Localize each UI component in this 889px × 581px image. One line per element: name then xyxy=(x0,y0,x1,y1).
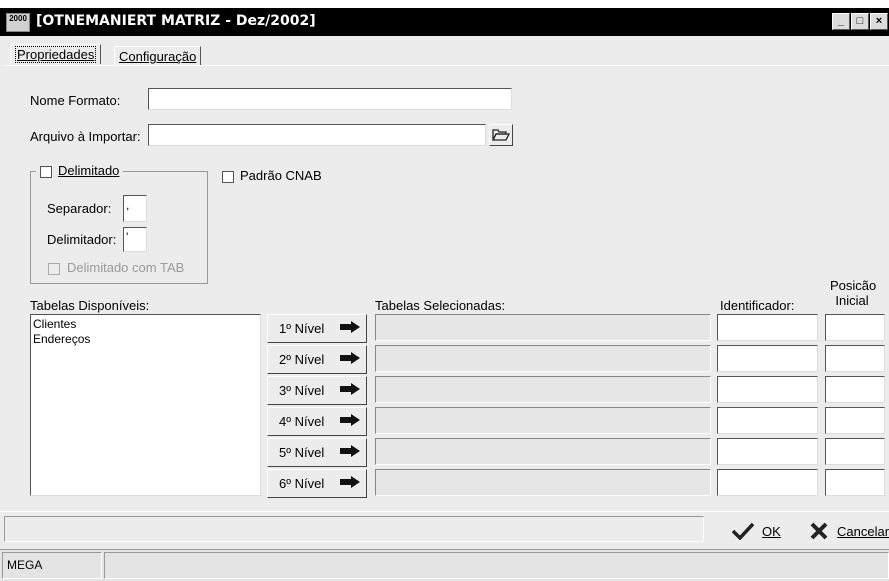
arrow-right-icon xyxy=(340,383,360,395)
padrao-cnab-checkbox[interactable] xyxy=(222,171,234,183)
cancel-x-icon xyxy=(810,522,828,540)
action-bar-message xyxy=(4,516,704,542)
identificador-4-input[interactable] xyxy=(717,407,818,434)
tabelas-disponiveis-list[interactable]: Clientes Endereços xyxy=(30,314,261,496)
tabela-selecionada-4 xyxy=(375,407,711,434)
identificador-5-input[interactable] xyxy=(717,438,818,465)
padrao-cnab-label: Padrão CNAB xyxy=(240,168,322,183)
posicao-3-input[interactable] xyxy=(825,376,885,403)
folder-open-icon xyxy=(492,129,510,141)
app-icon[interactable]: 2000 xyxy=(6,13,30,32)
tabela-selecionada-2 xyxy=(375,345,711,372)
posicao-label-line2: Inicial xyxy=(835,293,869,308)
action-bar: OK Cancelar xyxy=(0,511,889,549)
nivel-5-button[interactable]: 5º Nível xyxy=(267,438,367,467)
close-button[interactable]: × xyxy=(870,13,888,30)
delimitado-legend: Delimitado xyxy=(36,163,124,179)
posicao-2-input[interactable] xyxy=(825,345,885,372)
arrow-right-icon xyxy=(340,414,360,426)
delimitado-tab-checkbox[interactable] xyxy=(48,263,60,275)
delimitador-label: Delimitador: xyxy=(47,232,117,247)
posicao-6-input[interactable] xyxy=(825,469,885,496)
tab-label: Configuração xyxy=(119,49,197,64)
status-panel-company: MEGA xyxy=(2,552,102,579)
delimitador-input[interactable]: ' xyxy=(123,227,147,252)
maximize-button[interactable]: □ xyxy=(851,13,869,30)
separador-input[interactable]: , xyxy=(123,195,147,222)
delimitado-checkbox[interactable] xyxy=(40,166,52,178)
title-bar[interactable]: 2000 [OTNEMANIERT MATRIZ - Dez/2002] _ □… xyxy=(0,8,889,36)
delimitado-label: Delimitado xyxy=(58,163,120,178)
tabela-selecionada-5 xyxy=(375,438,711,465)
nivel-4-label: 4º Nível xyxy=(279,414,325,429)
cancel-button[interactable]: Cancelar xyxy=(810,522,889,542)
cancel-label: Cancelar xyxy=(837,524,889,539)
list-item[interactable]: Clientes xyxy=(33,317,260,332)
arrow-right-icon xyxy=(340,321,360,333)
browse-file-button[interactable] xyxy=(489,124,513,146)
nivel-6-button[interactable]: 6º Nível xyxy=(267,469,367,498)
nivel-2-button[interactable]: 2º Nível xyxy=(267,345,367,374)
list-item[interactable]: Endereços xyxy=(33,332,260,347)
tabela-selecionada-3 xyxy=(375,376,711,403)
tab-configuracao[interactable]: Configuração xyxy=(114,46,202,65)
nivel-2-label: 2º Nível xyxy=(279,352,325,367)
arrow-right-icon xyxy=(340,445,360,457)
nivel-3-button[interactable]: 3º Nível xyxy=(267,376,367,405)
tab-propriedades[interactable]: Propriedades xyxy=(10,44,102,64)
separador-label: Separador: xyxy=(47,201,112,216)
minimize-button[interactable]: _ xyxy=(832,13,850,30)
nivel-4-button[interactable]: 4º Nível xyxy=(267,407,367,436)
posicao-5-input[interactable] xyxy=(825,438,885,465)
tabela-selecionada-1 xyxy=(375,314,711,341)
tabelas-selecionadas-label: Tabelas Selecionadas: xyxy=(375,298,506,313)
nivel-5-label: 5º Nível xyxy=(279,445,325,460)
identificador-1-input[interactable] xyxy=(717,314,818,341)
nivel-3-label: 3º Nível xyxy=(279,383,325,398)
tabelas-disponiveis-label: Tabelas Disponíveis: xyxy=(30,298,150,313)
identificador-2-input[interactable] xyxy=(717,345,818,372)
arrow-right-icon xyxy=(340,476,360,488)
status-panel-info xyxy=(104,552,889,579)
arrow-right-icon xyxy=(340,352,360,364)
posicao-4-input[interactable] xyxy=(825,407,885,434)
tabela-selecionada-6 xyxy=(375,469,711,496)
arquivo-label: Arquivo à Importar: xyxy=(30,129,141,144)
posicao-label-line1: Posicão xyxy=(830,278,877,293)
nivel-1-button[interactable]: 1º Nível xyxy=(267,314,367,343)
close-icon: × xyxy=(875,15,883,27)
identificador-label: Identificador: xyxy=(720,298,795,313)
arquivo-input[interactable] xyxy=(148,124,486,146)
identificador-6-input[interactable] xyxy=(717,469,818,496)
status-bar: MEGA xyxy=(0,549,889,581)
nivel-1-label: 1º Nível xyxy=(279,321,325,336)
application-window: 2000 [OTNEMANIERT MATRIZ - Dez/2002] _ □… xyxy=(0,8,889,581)
minimize-icon: _ xyxy=(837,15,845,27)
nome-formato-input[interactable] xyxy=(148,88,512,110)
delimitado-tab-label: Delimitado com TAB xyxy=(67,260,185,275)
tab-label: Propriedades xyxy=(17,47,95,62)
nivel-6-label: 6º Nível xyxy=(279,476,325,491)
ok-label: OK xyxy=(762,524,781,539)
nome-formato-label: Nome Formato: xyxy=(30,93,121,108)
checkmark-icon xyxy=(732,522,754,540)
identificador-3-input[interactable] xyxy=(717,376,818,403)
maximize-icon: □ xyxy=(856,15,864,27)
window-title: [OTNEMANIERT MATRIZ - Dez/2002] xyxy=(36,13,316,29)
posicao-1-input[interactable] xyxy=(825,314,885,341)
